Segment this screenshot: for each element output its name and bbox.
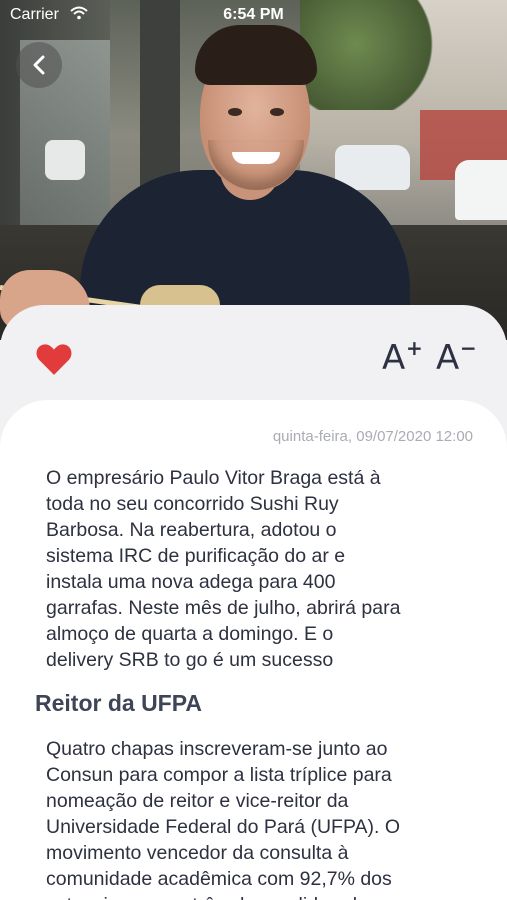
article-subheading: Reitor da UFPA: [35, 690, 202, 716]
font-decrease-button[interactable]: A −: [436, 336, 477, 378]
article-paragraph-2: Quatro chapas inscreveram-se junto ao Co…: [46, 738, 401, 900]
status-bar: Carrier 6:54 PM: [0, 0, 507, 30]
favorite-heart-icon[interactable]: [35, 342, 73, 376]
font-increase-button[interactable]: A +: [382, 336, 423, 378]
chevron-left-icon: [33, 55, 45, 75]
clock: 6:54 PM: [223, 6, 284, 23]
plus-icon: +: [406, 336, 423, 360]
back-button[interactable]: [16, 42, 62, 88]
article-body[interactable]: quinta-feira, 09/07/2020 12:00 O empresá…: [0, 400, 507, 900]
minus-icon: −: [460, 336, 477, 360]
font-decrease-label: A: [436, 338, 460, 378]
article-photo: [0, 0, 507, 340]
font-increase-label: A: [382, 338, 406, 378]
article-date: quinta-feira, 09/07/2020 12:00: [272, 428, 473, 445]
person-in-photo: [80, 20, 410, 340]
article-paragraph-1: O empresário Paulo Vitor Braga está à to…: [46, 467, 401, 671]
